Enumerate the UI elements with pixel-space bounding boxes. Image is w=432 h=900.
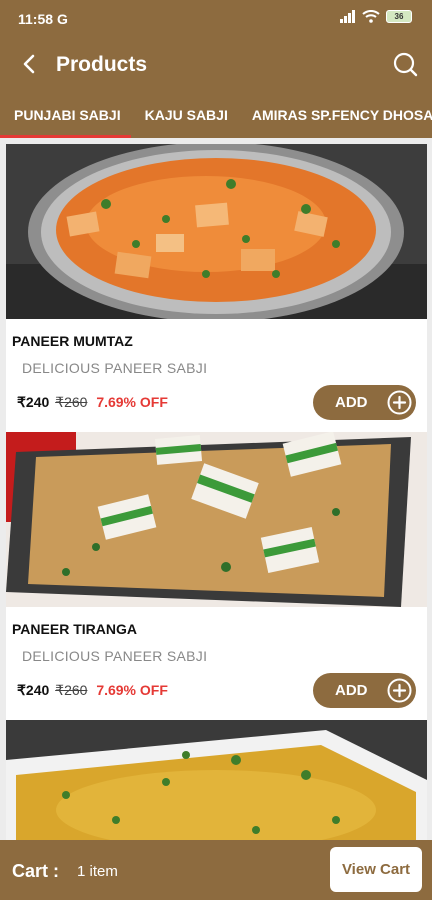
category-tabs: PUNJABI SABJI KAJU SABJI AMIRAS SP.FENCY… [0, 96, 432, 138]
product-card[interactable]: PANEER MUMTAZ DELICIOUS PANEER SABJI ₹24… [6, 144, 427, 434]
toolbar: Products [0, 40, 432, 90]
tab-kaju-sabji[interactable]: KAJU SABJI [131, 96, 238, 138]
add-button[interactable]: ADD [313, 673, 416, 708]
google-indicator: G [56, 11, 68, 27]
product-image [6, 720, 427, 840]
discount-label: 7.69% OFF [96, 394, 168, 410]
add-button[interactable]: ADD [313, 385, 416, 420]
cart-bar: Cart : 1 item View Cart [0, 840, 432, 900]
search-icon[interactable] [390, 50, 420, 80]
signal-icon [340, 10, 355, 23]
product-image [6, 432, 427, 607]
price-row: ₹240 ₹260 7.69% OFF [17, 682, 168, 699]
plus-circle-icon [387, 390, 412, 415]
old-price: ₹260 [55, 394, 88, 410]
product-name: PANEER MUMTAZ [12, 333, 133, 349]
status-bar: 11:58 G 36 [0, 0, 432, 36]
product-card[interactable] [6, 720, 427, 840]
price: ₹240 [17, 682, 50, 698]
status-time: 11:58 G [18, 11, 68, 27]
product-name: PANEER TIRANGA [12, 621, 137, 637]
cart-label: Cart : [12, 861, 60, 881]
page-title: Products [56, 53, 148, 76]
tab-amiras-fency-dhosa[interactable]: AMIRAS SP.FENCY DHOSA [238, 96, 432, 138]
view-cart-button[interactable]: View Cart [330, 847, 422, 892]
battery-icon: 36 [386, 10, 412, 23]
app-header: 11:58 G 36 Products PUNJABI SABJI KAJU S… [0, 0, 432, 138]
price-row: ₹240 ₹260 7.69% OFF [17, 394, 168, 411]
tab-punjabi-sabji[interactable]: PUNJABI SABJI [0, 96, 131, 138]
wifi-icon [362, 10, 380, 23]
price: ₹240 [17, 394, 50, 410]
product-card[interactable]: PANEER TIRANGA DELICIOUS PANEER SABJI ₹2… [6, 432, 427, 722]
product-description: DELICIOUS PANEER SABJI [22, 360, 208, 376]
product-description: DELICIOUS PANEER SABJI [22, 648, 208, 664]
product-image [6, 144, 427, 319]
old-price: ₹260 [55, 682, 88, 698]
status-icons: 36 [340, 10, 412, 23]
product-list[interactable]: PANEER MUMTAZ DELICIOUS PANEER SABJI ₹24… [0, 138, 432, 840]
cart-item-count: 1 item [77, 863, 118, 880]
discount-label: 7.69% OFF [96, 682, 168, 698]
plus-circle-icon [387, 678, 412, 703]
back-arrow-icon[interactable] [16, 50, 44, 78]
